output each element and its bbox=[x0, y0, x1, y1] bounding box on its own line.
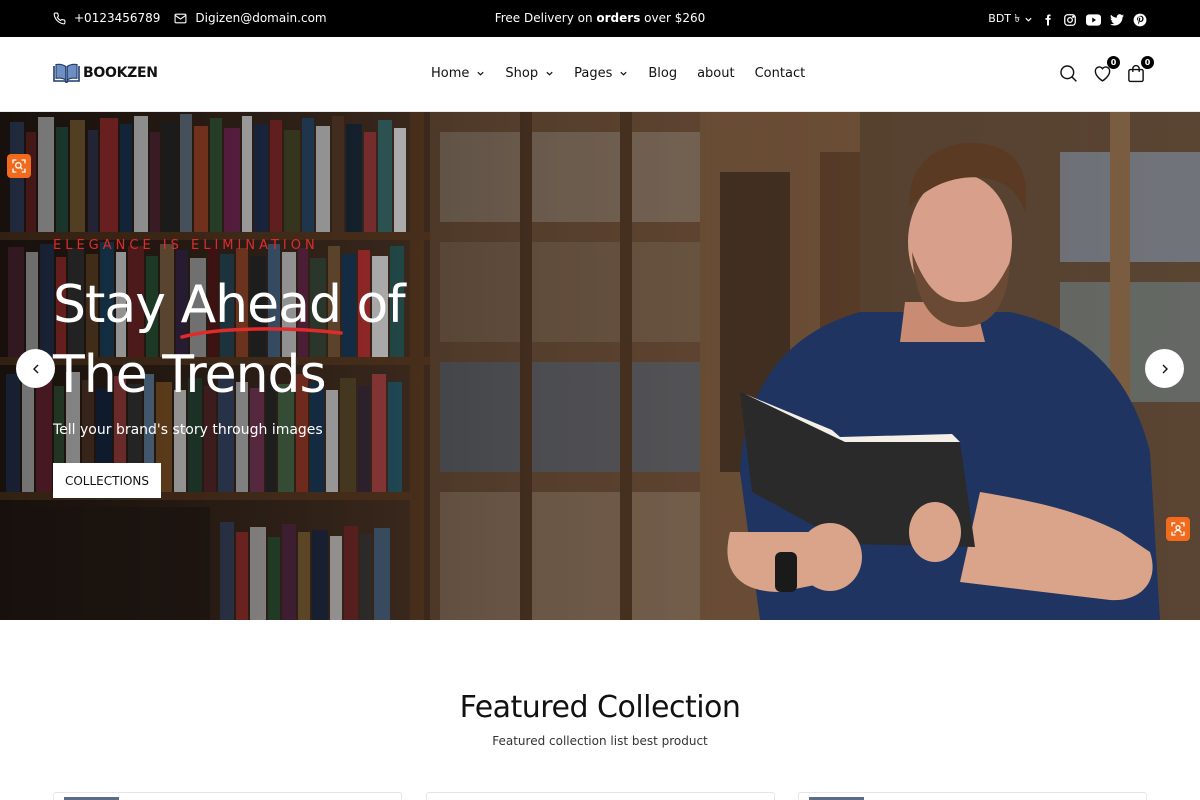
wishlist-button[interactable]: 0 bbox=[1091, 56, 1120, 84]
book-logo-icon bbox=[53, 63, 80, 83]
hero-title-line2: The Trends bbox=[53, 345, 327, 405]
nav-item-blog[interactable]: Blog bbox=[648, 66, 677, 81]
chevron-left-icon bbox=[32, 364, 38, 373]
hero-subtitle: Tell your brand's story through images bbox=[53, 422, 323, 438]
header-actions: 0 0 bbox=[1057, 56, 1154, 84]
hero-eyebrow: ELEGANCE IS ELIMINATION bbox=[53, 238, 319, 253]
nav-label: Home bbox=[431, 66, 470, 81]
floating-scan-button-left[interactable] bbox=[7, 154, 31, 178]
main-header: BOOKZEN Home Shop Pages Blog about Conta… bbox=[0, 37, 1200, 112]
title-highlight: Ahead bbox=[179, 275, 343, 339]
featured-section-subtitle: Featured collection list best product bbox=[492, 734, 708, 748]
chevron-down-icon bbox=[1025, 17, 1032, 22]
nav-label: about bbox=[697, 66, 735, 81]
hero-title: Stay Ahead of The Trends bbox=[53, 270, 406, 410]
product-card[interactable] bbox=[53, 792, 402, 800]
youtube-icon[interactable] bbox=[1086, 13, 1101, 26]
nav-item-shop[interactable]: Shop bbox=[505, 66, 554, 81]
currency-selector[interactable]: BDT ৳ bbox=[988, 10, 1033, 29]
product-card[interactable] bbox=[426, 792, 775, 800]
wishlist-count-badge: 0 bbox=[1107, 56, 1120, 69]
nav-label: Pages bbox=[574, 66, 613, 81]
logo-text: BOOKZEN bbox=[83, 65, 158, 81]
nav-item-pages[interactable]: Pages bbox=[574, 66, 628, 81]
hero-title-line1: Stay Ahead of bbox=[53, 270, 406, 340]
cart-button[interactable]: 0 bbox=[1125, 56, 1154, 84]
chevron-down-icon bbox=[620, 71, 627, 76]
nav-item-home[interactable]: Home bbox=[431, 66, 485, 81]
currency-label: BDT ৳ bbox=[988, 12, 1020, 25]
instagram-icon[interactable] bbox=[1063, 13, 1077, 27]
product-card[interactable] bbox=[798, 792, 1147, 800]
red-underline-swoosh bbox=[179, 327, 343, 339]
twitter-icon[interactable] bbox=[1110, 13, 1124, 26]
collections-button[interactable]: COLLECTIONS bbox=[53, 463, 161, 498]
search-icon bbox=[1059, 64, 1077, 82]
topbar-right: BDT ৳ bbox=[988, 10, 1147, 29]
slider-next-button[interactable] bbox=[1145, 349, 1184, 388]
title-part2: of bbox=[340, 275, 406, 335]
chevron-down-icon bbox=[546, 71, 553, 76]
site-logo[interactable]: BOOKZEN bbox=[53, 63, 158, 83]
nav-label: Blog bbox=[648, 66, 678, 81]
pinterest-icon[interactable] bbox=[1133, 13, 1147, 27]
hero-slider: ELEGANCE IS ELIMINATION Stay Ahead of Th… bbox=[0, 112, 1200, 620]
facebook-icon[interactable] bbox=[1042, 13, 1054, 27]
chevron-right-icon bbox=[1162, 364, 1168, 373]
chevron-down-icon bbox=[477, 71, 485, 76]
floating-scan-button-right[interactable] bbox=[1166, 517, 1190, 541]
cart-count-badge: 0 bbox=[1141, 56, 1154, 69]
title-part1: Stay bbox=[53, 275, 181, 335]
promo-suffix: over $260 bbox=[640, 11, 706, 25]
nav-item-about[interactable]: about bbox=[697, 66, 735, 81]
scan-icon bbox=[1171, 522, 1185, 536]
scan-icon bbox=[12, 159, 26, 173]
featured-section-title: Featured Collection bbox=[459, 690, 741, 725]
main-navigation: Home Shop Pages Blog about Contact bbox=[431, 66, 805, 81]
nav-label: Contact bbox=[754, 66, 806, 81]
promo-prefix: Free Delivery on bbox=[494, 11, 597, 25]
nav-item-contact[interactable]: Contact bbox=[755, 66, 806, 81]
search-button[interactable] bbox=[1057, 62, 1079, 84]
nav-label: Shop bbox=[505, 66, 539, 81]
slider-prev-button[interactable] bbox=[16, 349, 55, 388]
top-announcement-bar: +0123456789 Digizen@domain.com Free Deli… bbox=[0, 0, 1200, 37]
promo-bold: orders bbox=[596, 11, 641, 25]
